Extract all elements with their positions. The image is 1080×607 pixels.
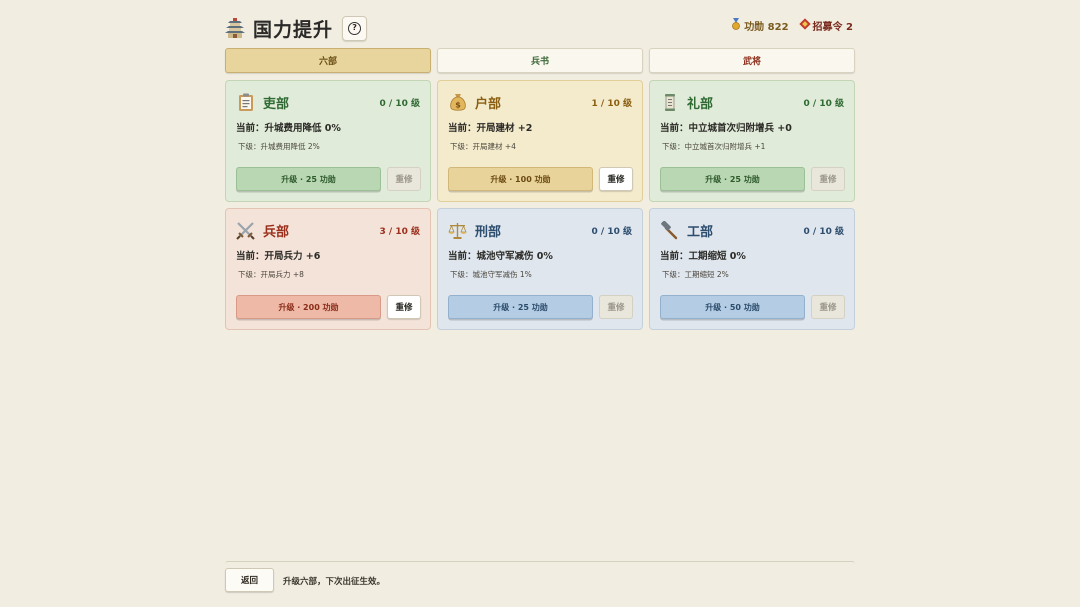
next-effect: 下级：工期缩短 2%	[662, 270, 729, 279]
next-effect: 下级：开局兵力 +8	[238, 270, 304, 279]
card-header: 刑部 0 / 10 级	[448, 220, 632, 240]
level-indicator: 0 / 10 级	[803, 226, 844, 237]
title-row: 国力提升 ?	[225, 14, 368, 42]
upgrade-button[interactable]: 升级 · 100 功勋	[448, 167, 593, 191]
card-header: $ 户部 1 / 10 级	[448, 92, 632, 112]
level-indicator: 0 / 10 级	[591, 226, 632, 237]
next-effect: 下级：升城费用降低 2%	[238, 142, 320, 151]
tab-generals[interactable]: 武将	[649, 48, 855, 73]
token-text: 招募令 2	[812, 21, 853, 33]
money-bag-icon: $	[448, 93, 467, 112]
department-card-gong: 工部 0 / 10 级 当前：工期缩短 0% 下级：工期缩短 2% 升级 · 5…	[649, 208, 855, 330]
reset-button[interactable]: 重修	[811, 295, 845, 319]
medal-icon	[730, 17, 742, 33]
next-effect: 下级：开局建材 +4	[450, 142, 516, 151]
back-button[interactable]: 返回	[225, 568, 274, 592]
reset-button[interactable]: 重修	[387, 167, 421, 191]
tab-six-ministries[interactable]: 六部	[225, 48, 431, 73]
current-effect: 当前：开局建材 +2	[448, 123, 533, 134]
upgrade-button[interactable]: 升级 · 25 功勋	[660, 167, 805, 191]
department-card-xing: 刑部 0 / 10 级 当前：城池守军减伤 0% 下级：城池守军减伤 1% 升级…	[437, 208, 643, 330]
scroll-icon	[660, 93, 679, 112]
tab-bar: 六部 兵书 武将	[225, 48, 855, 73]
current-effect: 当前：城池守军减伤 0%	[448, 251, 553, 262]
scales-icon	[448, 221, 467, 240]
upgrade-button[interactable]: 升级 · 25 功勋	[448, 295, 593, 319]
current-effect: 当前：中立城首次归附增兵 +0	[660, 123, 792, 134]
card-header: 工部 0 / 10 级	[660, 220, 844, 240]
department-card-li-rites: 礼部 0 / 10 级 当前：中立城首次归附增兵 +0 下级：中立城首次归附增兵…	[649, 80, 855, 202]
department-card-bing: 兵部 3 / 10 级 当前：开局兵力 +6 下级：开局兵力 +8 升级 · 2…	[225, 208, 431, 330]
merit-counter: 功勋 822	[730, 17, 789, 33]
page: 国力提升 ? 功勋 822 招募令 2 六部 兵书 武将 吏部 0 / 10 级…	[225, 0, 855, 607]
page-title: 国力提升	[253, 18, 334, 41]
tab-military-books[interactable]: 兵书	[437, 48, 643, 73]
reset-button[interactable]: 重修	[387, 295, 421, 319]
reset-button[interactable]: 重修	[599, 167, 633, 191]
upgrade-button[interactable]: 升级 · 200 功勋	[236, 295, 381, 319]
level-indicator: 1 / 10 级	[591, 98, 632, 109]
upgrade-button[interactable]: 升级 · 50 功勋	[660, 295, 805, 319]
help-icon: ?	[348, 21, 362, 35]
department-grid: 吏部 0 / 10 级 当前：升城费用降低 0% 下级：升城费用降低 2% 升级…	[225, 80, 855, 330]
reset-button[interactable]: 重修	[811, 167, 845, 191]
department-name: 吏部	[263, 96, 290, 112]
level-indicator: 0 / 10 级	[379, 98, 420, 109]
department-name: 户部	[475, 96, 502, 112]
resources-bar: 功勋 822 招募令 2	[730, 16, 853, 34]
card-header: 礼部 0 / 10 级	[660, 92, 844, 112]
clipboard-icon	[236, 93, 255, 112]
next-effect: 下级：中立城首次归附增兵 +1	[662, 142, 766, 151]
help-button[interactable]: ?	[342, 15, 368, 41]
next-effect: 下级：城池守军减伤 1%	[450, 270, 532, 279]
upgrade-button[interactable]: 升级 · 25 功勋	[236, 167, 381, 191]
token-counter: 招募令 2	[798, 17, 853, 33]
card-header: 兵部 3 / 10 级	[236, 220, 420, 240]
department-name: 工部	[687, 224, 714, 240]
merit-text: 功勋 822	[744, 21, 789, 33]
current-effect: 当前：升城费用降低 0%	[236, 123, 341, 134]
crossed-swords-icon	[236, 221, 255, 240]
reset-button[interactable]: 重修	[599, 295, 633, 319]
department-name: 刑部	[475, 224, 502, 240]
header: 国力提升 ? 功勋 822 招募令 2	[225, 14, 855, 42]
svg-text:$: $	[455, 100, 461, 109]
current-effect: 当前：开局兵力 +6	[236, 251, 321, 262]
current-effect: 当前：工期缩短 0%	[660, 251, 746, 262]
department-name: 兵部	[263, 224, 290, 240]
hammer-icon	[660, 220, 679, 240]
card-header: 吏部 0 / 10 级	[236, 92, 420, 112]
level-indicator: 3 / 10 级	[379, 226, 420, 237]
footer-hint: 升级六部，下次出征生效。	[283, 577, 386, 587]
token-icon	[798, 17, 811, 33]
level-indicator: 0 / 10 级	[803, 98, 844, 109]
footer-divider	[225, 561, 855, 565]
department-card-li: 吏部 0 / 10 级 当前：升城费用降低 0% 下级：升城费用降低 2% 升级…	[225, 80, 431, 202]
pagoda-icon	[225, 17, 245, 39]
department-card-hu: $ 户部 1 / 10 级 当前：开局建材 +2 下级：开局建材 +4 升级 ·…	[437, 80, 643, 202]
department-name: 礼部	[687, 96, 714, 112]
